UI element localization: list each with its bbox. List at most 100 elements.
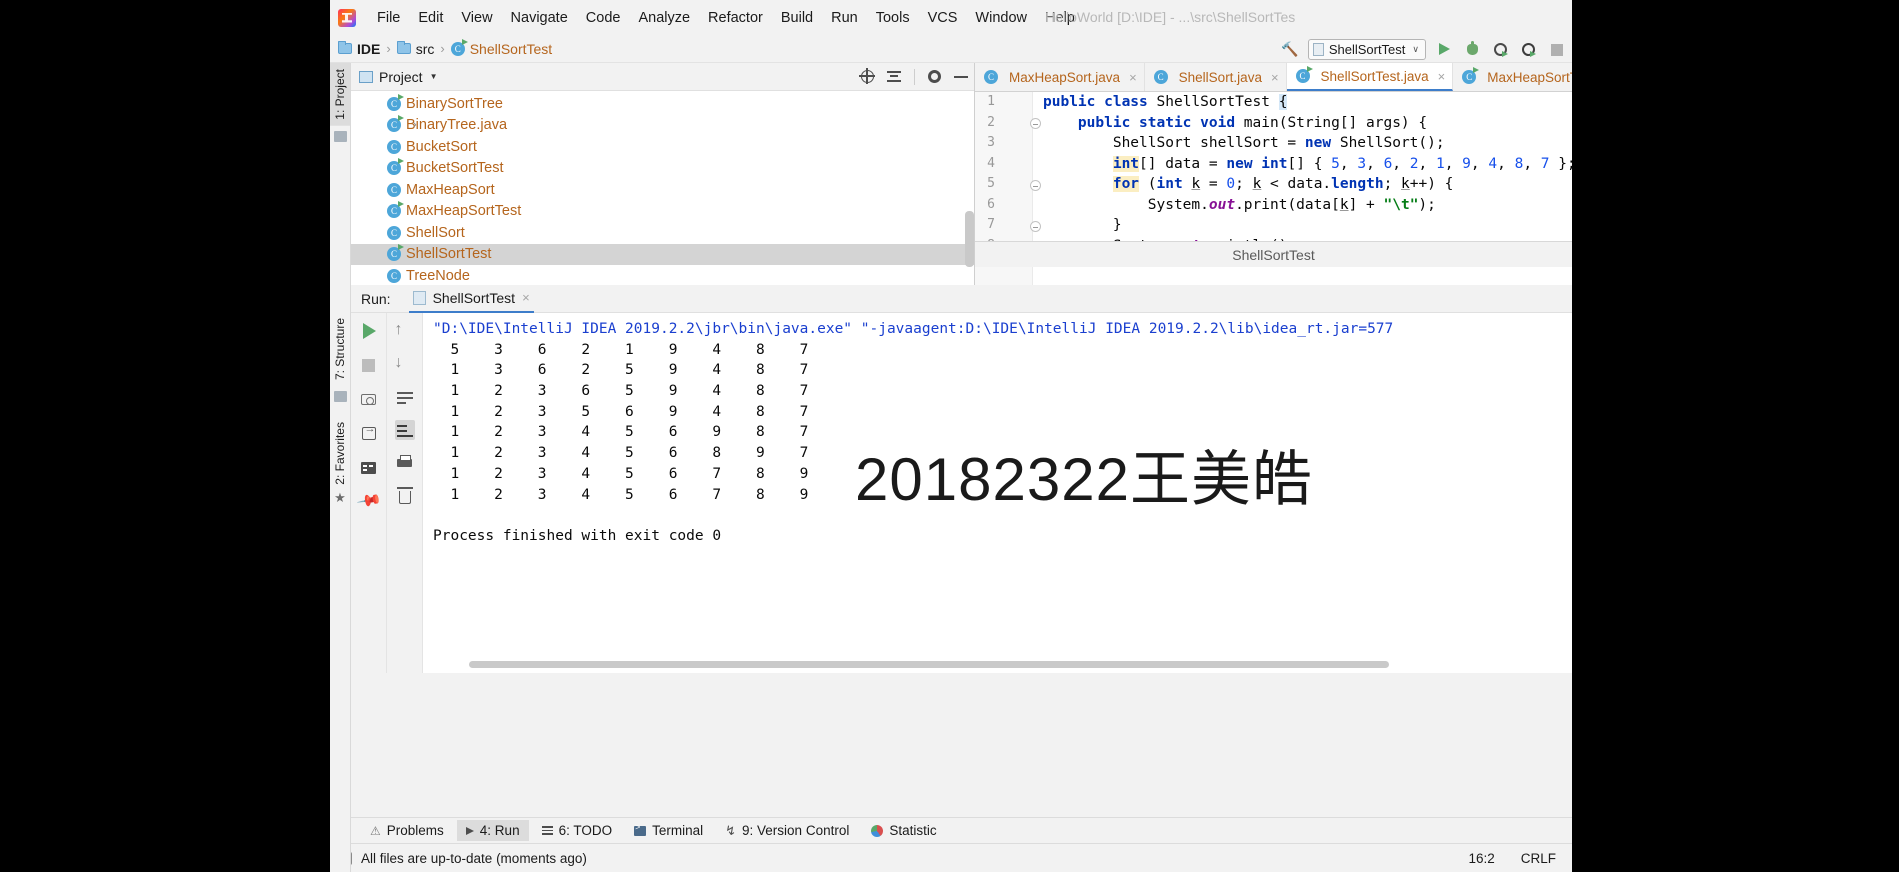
- tab-shellsort-java[interactable]: C ShellSort.java ×: [1145, 63, 1287, 91]
- debug-button[interactable]: [1463, 40, 1482, 59]
- soft-wrap-button[interactable]: [395, 387, 415, 407]
- java-class-icon: C: [387, 182, 401, 197]
- tree-item-shellsort[interactable]: C ShellSort: [351, 222, 974, 244]
- bottom-item-run[interactable]: 4: Run: [456, 820, 529, 841]
- code-editor[interactable]: 1 2 3 4 5 6 7 8 public class ShellSortTe…: [975, 92, 1572, 285]
- code-line-5: for (int k = 0; k < data.length; k++) {: [1112, 176, 1454, 192]
- tab-maxheapsort-java[interactable]: C MaxHeapSort.java ×: [975, 63, 1145, 91]
- menu-run[interactable]: Run: [822, 7, 867, 29]
- bottom-item-terminal[interactable]: Terminal: [625, 820, 712, 841]
- tree-item-binarytree[interactable]: › C BinaryTree.java: [351, 115, 974, 137]
- java-class-icon: C: [984, 70, 998, 84]
- java-class-icon: C: [387, 225, 401, 240]
- line-separator[interactable]: CRLF: [1521, 851, 1556, 866]
- sidebar-item-structure[interactable]: 7: Structure: [330, 312, 350, 386]
- expand-arrow-icon[interactable]: ›: [413, 119, 417, 131]
- code-content[interactable]: public class ShellSortTest { public stat…: [1043, 92, 1572, 256]
- close-icon[interactable]: ×: [522, 290, 530, 305]
- console-horizontal-scrollbar[interactable]: [469, 661, 1389, 668]
- console-output[interactable]: "D:\IDE\IntelliJ IDEA 2019.2.2\jbr\bin\j…: [423, 313, 1572, 673]
- gear-icon[interactable]: [928, 70, 941, 83]
- tree-item-maxheapsorttest[interactable]: C MaxHeapSortTest: [351, 201, 974, 223]
- tab-maxheapsorttest-java[interactable]: C MaxHeapSortTest.: [1453, 63, 1572, 91]
- star-icon: ★: [334, 490, 346, 506]
- code-line-2: public static void main(String[] args) {: [1077, 114, 1428, 131]
- bottom-item-todo[interactable]: 6: TODO: [533, 820, 622, 841]
- folder-icon-src: [396, 41, 411, 54]
- console-view-button[interactable]: [359, 457, 379, 477]
- tree-item-treenode[interactable]: C TreeNode: [351, 265, 974, 285]
- tree-item-label: BucketSortTest: [406, 160, 504, 177]
- menu-refactor[interactable]: Refactor: [699, 7, 772, 29]
- code-fold-icon[interactable]: [1030, 221, 1041, 232]
- menu-vcs[interactable]: VCS: [919, 7, 967, 29]
- scroll-down-button[interactable]: ↓: [395, 354, 415, 374]
- breadcrumb-file[interactable]: ShellSortTest: [470, 41, 552, 57]
- scroll-from-source-icon[interactable]: [859, 68, 875, 84]
- menu-window[interactable]: Window: [966, 7, 1036, 29]
- tab-label: ShellSort.java: [1178, 69, 1262, 85]
- menu-build[interactable]: Build: [772, 7, 822, 29]
- scroll-to-end-button[interactable]: [394, 420, 415, 440]
- play-icon: [362, 323, 376, 339]
- tab-shellsorttest-java[interactable]: C ShellSortTest.java ×: [1286, 63, 1454, 91]
- screenshot-button[interactable]: [359, 389, 379, 409]
- line-number-1: 1: [987, 94, 995, 109]
- bottom-item-label: 4: Run: [479, 823, 520, 838]
- camera-icon: [361, 394, 376, 405]
- line-number-5: 5: [987, 176, 995, 191]
- export-icon: [361, 423, 376, 440]
- folder-icon: [338, 41, 352, 54]
- console-exit-message: Process finished with exit code 0: [433, 527, 722, 544]
- menu-analyze[interactable]: Analyze: [629, 7, 699, 29]
- menu-edit[interactable]: Edit: [409, 7, 452, 29]
- tree-item-shellsorttest[interactable]: C ShellSortTest: [351, 243, 974, 265]
- breadcrumb-folder[interactable]: src: [416, 41, 435, 57]
- close-icon[interactable]: ×: [1129, 70, 1137, 85]
- build-hammer-icon[interactable]: 🔨: [1281, 41, 1298, 58]
- menu-code[interactable]: Code: [577, 7, 630, 29]
- java-class-runnable-icon: C: [387, 201, 404, 219]
- stop-button[interactable]: [1547, 40, 1566, 59]
- menu-navigate[interactable]: Navigate: [502, 7, 577, 29]
- project-tree-scrollbar[interactable]: [965, 211, 974, 267]
- tree-item-maxheapsort[interactable]: C MaxHeapSort: [351, 179, 974, 201]
- code-fold-icon[interactable]: [1030, 180, 1041, 191]
- code-line-7: }: [1043, 217, 1122, 233]
- breadcrumb-project[interactable]: IDE: [357, 41, 380, 57]
- code-fold-icon[interactable]: [1030, 118, 1041, 129]
- pin-tab-button[interactable]: 📌: [355, 489, 381, 514]
- bottom-item-statistic[interactable]: Statistic: [862, 820, 945, 841]
- stop-button[interactable]: [359, 355, 379, 375]
- rerun-button[interactable]: [359, 321, 379, 341]
- scroll-up-button[interactable]: ↑: [395, 321, 415, 341]
- caret-position[interactable]: 16:2: [1468, 851, 1494, 866]
- profiler-button[interactable]: [1519, 40, 1538, 59]
- tree-item-bucketsort[interactable]: C BucketSort: [351, 136, 974, 158]
- bottom-item-problems[interactable]: ⚠ Problems: [361, 820, 453, 841]
- print-button[interactable]: [395, 453, 415, 473]
- tree-item-bucketsorttest[interactable]: C BucketSortTest: [351, 158, 974, 180]
- run-button[interactable]: [1435, 40, 1454, 59]
- clear-all-button[interactable]: [395, 486, 415, 506]
- bottom-item-version-control[interactable]: ↯ 9: Version Control: [716, 820, 858, 842]
- close-icon[interactable]: ×: [1271, 70, 1279, 85]
- menu-tools[interactable]: Tools: [867, 7, 919, 29]
- sidebar-item-favorites[interactable]: 2: Favorites: [330, 416, 350, 491]
- run-with-coverage-button[interactable]: [1491, 40, 1510, 59]
- menu-view[interactable]: View: [452, 7, 501, 29]
- close-icon[interactable]: ×: [1438, 69, 1446, 84]
- tree-item-label: MaxHeapSortTest: [406, 203, 522, 220]
- hide-panel-icon[interactable]: [954, 75, 968, 78]
- chevron-down-icon[interactable]: ▼: [430, 72, 438, 81]
- menu-file[interactable]: File: [368, 7, 409, 29]
- sidebar-item-project[interactable]: 1: Project: [330, 63, 350, 126]
- play-icon: [1439, 42, 1450, 55]
- collapse-all-icon[interactable]: [887, 70, 901, 83]
- tree-item-binarysorttree[interactable]: C BinarySortTree: [351, 93, 974, 115]
- run-tab-shellsorttest[interactable]: ShellSortTest ×: [408, 285, 534, 313]
- pin-icon: 📌: [355, 488, 382, 515]
- run-configuration-selector[interactable]: ShellSortTest ∨: [1307, 38, 1426, 60]
- export-button[interactable]: [359, 423, 379, 443]
- project-panel-header: Project ▼: [351, 63, 974, 91]
